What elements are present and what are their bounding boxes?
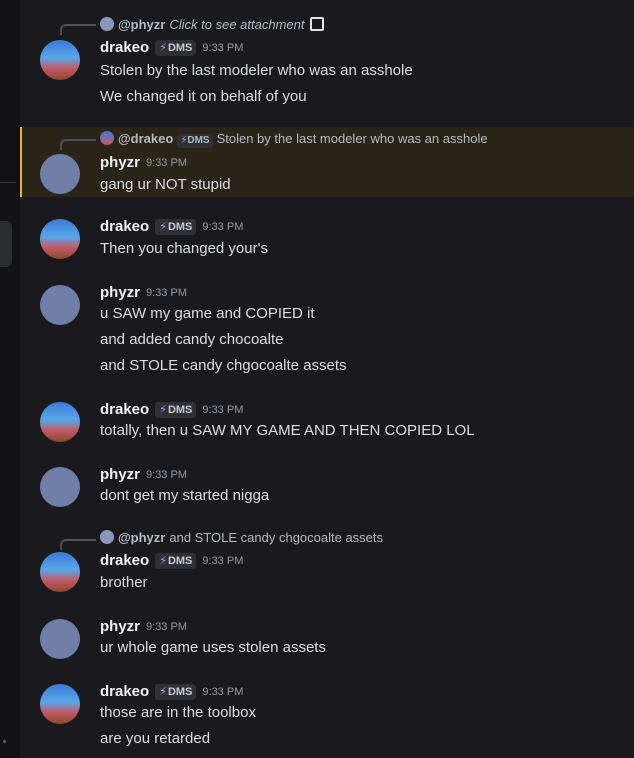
- timestamp[interactable]: 9:33 PM: [146, 621, 187, 633]
- message-header: drakeo ⚡DMS 9:33 PM: [100, 551, 243, 571]
- message: phyzr 9:33 PM u SAW my game and COPIED it…: [20, 281, 634, 381]
- avatar[interactable]: [40, 219, 80, 259]
- reply-spine: [60, 24, 96, 35]
- username[interactable]: phyzr: [100, 466, 140, 483]
- username[interactable]: drakeo: [100, 401, 149, 418]
- left-panel-edge: [0, 0, 20, 758]
- message-text: gang ur NOT stupid: [100, 176, 231, 193]
- timestamp[interactable]: 9:33 PM: [202, 555, 243, 567]
- username[interactable]: drakeo: [100, 683, 149, 700]
- bolt-icon: ⚡: [159, 555, 167, 567]
- avatar[interactable]: [40, 40, 80, 80]
- message-text: are you retarded: [100, 730, 211, 747]
- message-text: and added candy chocoalte: [100, 331, 284, 348]
- reply-text[interactable]: Click to see attachment: [169, 17, 304, 32]
- reply-preview[interactable]: @phyzr Click to see attachment: [100, 15, 325, 35]
- message-list: @phyzr Click to see attachment drakeo ⚡DMS…: [20, 0, 634, 758]
- image-icon: [310, 17, 325, 31]
- message: @phyzr and STOLE candy chgocoalte assets …: [20, 528, 634, 598]
- server-tag[interactable]: ⚡DMS: [155, 684, 197, 700]
- scroll-handle[interactable]: [0, 221, 12, 267]
- message: @phyzr Click to see attachment drakeo ⚡DMS…: [20, 10, 634, 116]
- username[interactable]: drakeo: [100, 39, 149, 56]
- reply-text[interactable]: and STOLE candy chgocoalte assets: [169, 530, 383, 545]
- message-header: phyzr 9:33 PM: [100, 283, 187, 303]
- bolt-icon: ⚡: [159, 42, 167, 54]
- server-tag-label: DMS: [167, 404, 193, 416]
- username[interactable]: drakeo: [100, 552, 149, 569]
- message-text: and STOLE candy chgocoalte assets: [100, 357, 347, 374]
- timestamp[interactable]: 9:33 PM: [146, 469, 187, 481]
- message-text: dont get my started nigga: [100, 487, 270, 504]
- avatar[interactable]: [40, 467, 80, 507]
- reply-spine: [60, 139, 96, 150]
- timestamp[interactable]: 9:33 PM: [146, 287, 187, 299]
- timestamp[interactable]: 9:33 PM: [146, 157, 187, 169]
- bolt-icon: ⚡: [159, 686, 167, 698]
- server-tag-label: DMS: [167, 42, 193, 54]
- indicator-dot: [3, 740, 6, 743]
- message-text: u SAW my game and COPIED it: [100, 305, 315, 322]
- reply-preview[interactable]: @phyzr and STOLE candy chgocoalte assets: [100, 528, 383, 548]
- message-text: Then you changed your's: [100, 240, 268, 257]
- avatar[interactable]: [40, 684, 80, 724]
- message-header: phyzr 9:33 PM: [100, 465, 187, 485]
- message-header: drakeo ⚡DMS 9:33 PM: [100, 217, 243, 237]
- timestamp[interactable]: 9:33 PM: [202, 42, 243, 54]
- reply-text[interactable]: Stolen by the last modeler who was an as…: [217, 131, 488, 146]
- divider: [0, 182, 16, 183]
- server-tag[interactable]: ⚡DMS: [155, 553, 197, 569]
- message: drakeo ⚡DMS 9:33 PM Then you changed your'…: [20, 215, 634, 265]
- reply-avatar: [100, 131, 114, 145]
- reply-avatar: [100, 530, 114, 544]
- reply-server-tag-label: DMS: [187, 135, 210, 146]
- username[interactable]: phyzr: [100, 618, 140, 635]
- reply-server-tag: ⚡DMS: [177, 134, 213, 148]
- bolt-icon: ⚡: [159, 404, 167, 416]
- message-text: ur whole game uses stolen assets: [100, 639, 326, 656]
- bolt-icon: ⚡: [159, 221, 167, 233]
- timestamp[interactable]: 9:33 PM: [202, 686, 243, 698]
- server-tag[interactable]: ⚡DMS: [155, 219, 197, 235]
- message-mention: @drakeo ⚡DMS Stolen by the last modeler wh…: [20, 127, 634, 197]
- reply-preview[interactable]: @drakeo ⚡DMS Stolen by the last modeler wh…: [100, 129, 488, 149]
- message: phyzr 9:33 PM dont get my started nigga: [20, 463, 634, 513]
- reply-author[interactable]: @drakeo: [118, 131, 173, 146]
- message-text: Stolen by the last modeler who was an as…: [100, 62, 413, 79]
- message-text: We changed it on behalf of you: [100, 88, 307, 105]
- avatar[interactable]: [40, 154, 80, 194]
- reply-spine: [60, 539, 96, 550]
- server-tag-label: DMS: [167, 221, 193, 233]
- server-tag-label: DMS: [167, 555, 193, 567]
- reply-author[interactable]: @phyzr: [118, 530, 165, 545]
- username[interactable]: drakeo: [100, 218, 149, 235]
- message: drakeo ⚡DMS 9:33 PM those are in the toolb…: [20, 680, 634, 756]
- username[interactable]: phyzr: [100, 284, 140, 301]
- reply-avatar: [100, 17, 114, 31]
- message-header: drakeo ⚡DMS 9:33 PM: [100, 400, 243, 420]
- message: phyzr 9:33 PM ur whole game uses stolen a…: [20, 615, 634, 665]
- avatar[interactable]: [40, 552, 80, 592]
- avatar[interactable]: [40, 619, 80, 659]
- message-text: brother: [100, 574, 148, 591]
- message-text: totally, then u SAW MY GAME AND THEN COP…: [100, 422, 475, 439]
- message-header: drakeo ⚡DMS 9:33 PM: [100, 682, 243, 702]
- avatar[interactable]: [40, 402, 80, 442]
- message-text: those are in the toolbox: [100, 704, 256, 721]
- server-tag-label: DMS: [167, 686, 193, 698]
- message-header: drakeo ⚡DMS 9:33 PM: [100, 38, 243, 58]
- avatar[interactable]: [40, 285, 80, 325]
- reply-author[interactable]: @phyzr: [118, 17, 165, 32]
- username[interactable]: phyzr: [100, 154, 140, 171]
- timestamp[interactable]: 9:33 PM: [202, 404, 243, 416]
- message-header: phyzr 9:33 PM: [100, 153, 187, 173]
- server-tag[interactable]: ⚡DMS: [155, 40, 197, 56]
- message-header: phyzr 9:33 PM: [100, 617, 187, 637]
- message: drakeo ⚡DMS 9:33 PM totally, then u SAW MY…: [20, 398, 634, 448]
- timestamp[interactable]: 9:33 PM: [202, 221, 243, 233]
- server-tag[interactable]: ⚡DMS: [155, 402, 197, 418]
